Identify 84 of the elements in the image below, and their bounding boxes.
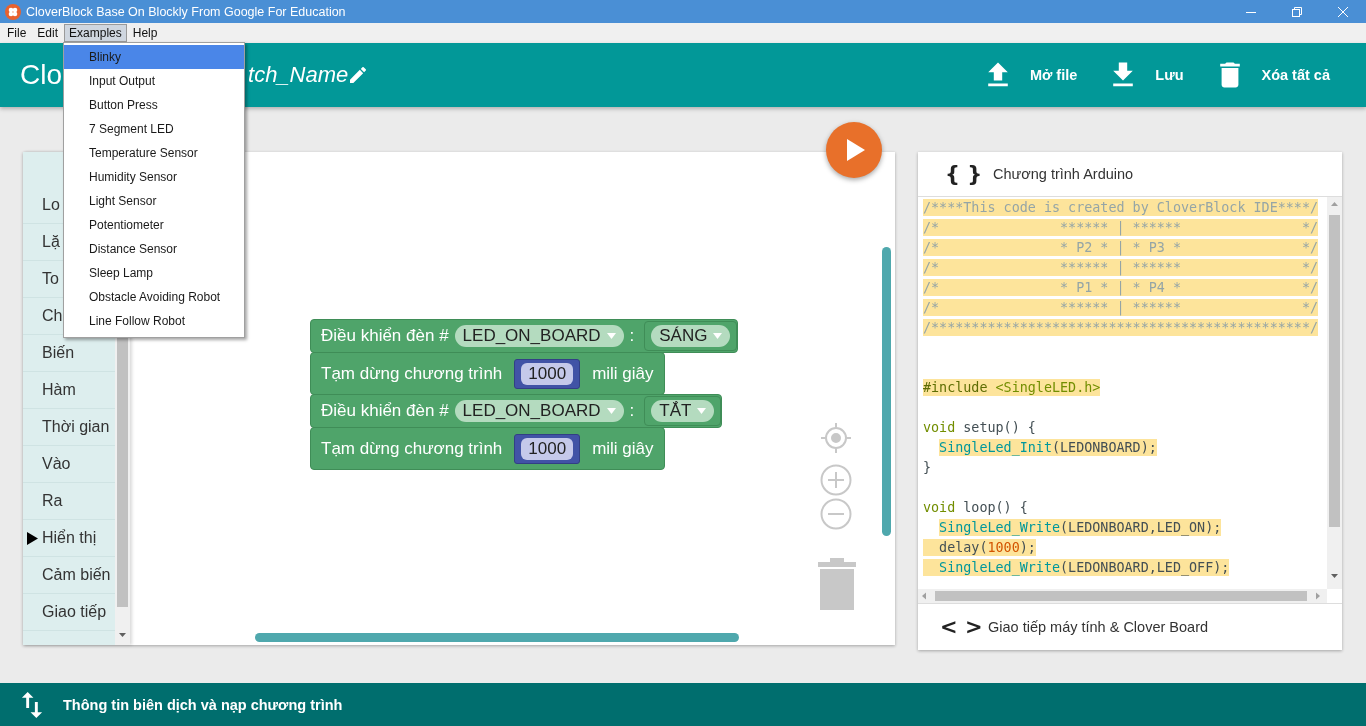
menu-item[interactable]: File bbox=[2, 24, 32, 42]
save-button[interactable]: Lưu bbox=[1109, 61, 1184, 89]
center-target-icon[interactable] bbox=[820, 422, 852, 454]
delay-block[interactable]: Tạm dừng chương trình 1000 mili giây bbox=[310, 352, 665, 395]
category-label: Thời gian bbox=[42, 418, 110, 436]
status-label: Thông tin biên dịch và nạp chương trình bbox=[63, 696, 343, 713]
number-field[interactable]: 1000 bbox=[521, 437, 574, 460]
zoom-out-icon[interactable] bbox=[820, 498, 852, 530]
state-block[interactable]: TẮT bbox=[644, 396, 722, 426]
category-label: Giao tiếp bbox=[42, 603, 107, 621]
menu-option[interactable]: Light Sensor bbox=[64, 189, 244, 213]
category-label: Cảm biến bbox=[42, 566, 111, 584]
block-label: Điều khiển đèn # bbox=[321, 401, 449, 421]
block-separator: : bbox=[629, 326, 635, 346]
category-label: Lo bbox=[42, 196, 60, 214]
pencil-icon[interactable] bbox=[350, 67, 367, 83]
category-label: Vào bbox=[42, 455, 71, 473]
block-label: Điều khiển đèn # bbox=[321, 326, 449, 346]
dropdown-arrow-icon bbox=[606, 333, 616, 339]
scrollbar[interactable] bbox=[882, 247, 891, 536]
zoom-in-icon[interactable] bbox=[820, 464, 852, 496]
category-label: Ra bbox=[42, 492, 63, 510]
status-bar[interactable]: Thông tin biên dịch và nạp chương trình bbox=[0, 683, 1366, 726]
state-block[interactable]: SÁNG bbox=[644, 321, 738, 351]
menu-option[interactable]: Button Press bbox=[64, 93, 244, 117]
window-title: CloverBlock Base On Blockly From Google For Education bbox=[26, 4, 347, 19]
pin-dropdown[interactable]: LED_ON_BOARD bbox=[454, 400, 624, 422]
category-label: Hàm bbox=[42, 381, 76, 399]
menu-option[interactable]: Input Output bbox=[64, 69, 244, 93]
angle-brackets-icon: < > bbox=[940, 613, 983, 641]
number-block[interactable]: 1000 bbox=[514, 358, 581, 389]
menu-option[interactable]: Humidity Sensor bbox=[64, 165, 244, 189]
category-label: Biến bbox=[42, 344, 75, 362]
app-logo-icon bbox=[5, 3, 21, 20]
menu-option[interactable]: Obstacle Avoiding Robot bbox=[64, 285, 244, 309]
menu-option[interactable]: Potentiometer bbox=[64, 213, 244, 237]
block-label: Tạm dừng chương trình bbox=[321, 363, 503, 384]
menu-item[interactable]: Edit bbox=[32, 24, 64, 42]
menu-option[interactable]: Blinky bbox=[64, 45, 244, 69]
scrollbar[interactable] bbox=[1327, 197, 1342, 589]
scrollbar[interactable] bbox=[255, 633, 739, 642]
code-line: void setup() { bbox=[923, 419, 1036, 436]
menu-item[interactable]: Examples bbox=[64, 24, 127, 42]
scrollbar[interactable] bbox=[918, 589, 1327, 603]
app-title: Clo bbox=[20, 59, 62, 91]
dropdown-arrow-icon bbox=[606, 408, 616, 414]
swap-vertical-icon bbox=[21, 691, 43, 718]
category-label: Lặ bbox=[42, 233, 60, 251]
panel-tab[interactable]: Giao tiếp máy tính & Clover Board bbox=[988, 619, 1209, 635]
category-label: Hiển thị bbox=[42, 529, 97, 547]
dropdown-arrow-icon bbox=[697, 408, 707, 414]
menu-option[interactable]: Sleep Lamp bbox=[64, 261, 244, 285]
dropdown-arrow-icon bbox=[713, 333, 723, 339]
category-label: Ch bbox=[42, 307, 63, 325]
number-block[interactable]: 1000 bbox=[514, 433, 581, 464]
close-icon[interactable] bbox=[1338, 6, 1348, 17]
panel-title[interactable]: Chương trình Arduino bbox=[993, 166, 1134, 182]
sketch-name[interactable]: tch_Name bbox=[248, 62, 349, 88]
category-label: To bbox=[42, 270, 59, 288]
block-unit: mili giây bbox=[592, 363, 654, 384]
state-dropdown[interactable]: TẮT bbox=[651, 400, 715, 422]
menu-option[interactable]: Temperature Sensor bbox=[64, 141, 244, 165]
run-button[interactable] bbox=[826, 122, 882, 178]
code-line: void loop() { bbox=[923, 499, 1028, 516]
open-file-button[interactable]: Mở file bbox=[983, 61, 1078, 89]
delay-block[interactable]: Tạm dừng chương trình 1000 mili giây bbox=[310, 427, 665, 470]
control-block[interactable]: Điều khiển đèn # LED_ON_BOARD : SÁNG bbox=[310, 319, 739, 353]
menu-option[interactable]: Distance Sensor bbox=[64, 237, 244, 261]
state-dropdown[interactable]: SÁNG bbox=[651, 325, 731, 347]
menu-option[interactable]: Line Follow Robot bbox=[64, 309, 244, 333]
block-label: Tạm dừng chương trình bbox=[321, 438, 503, 459]
menu-item[interactable]: Help bbox=[127, 24, 163, 42]
block-separator: : bbox=[629, 401, 635, 421]
block-unit: mili giây bbox=[592, 438, 654, 459]
braces-icon: { } bbox=[945, 160, 983, 188]
menu-option[interactable]: 7 Segment LED bbox=[64, 117, 244, 141]
trash-icon[interactable] bbox=[816, 556, 858, 612]
clear-all-button[interactable]: Xóa tất cả bbox=[1215, 61, 1330, 89]
restore-icon[interactable] bbox=[1292, 6, 1302, 17]
pin-dropdown[interactable]: LED_ON_BOARD bbox=[454, 325, 624, 347]
number-field[interactable]: 1000 bbox=[521, 362, 574, 385]
code-line: } bbox=[923, 459, 932, 476]
play-icon bbox=[847, 139, 865, 161]
control-block[interactable]: Điều khiển đèn # LED_ON_BOARD : TẮT bbox=[310, 394, 723, 428]
